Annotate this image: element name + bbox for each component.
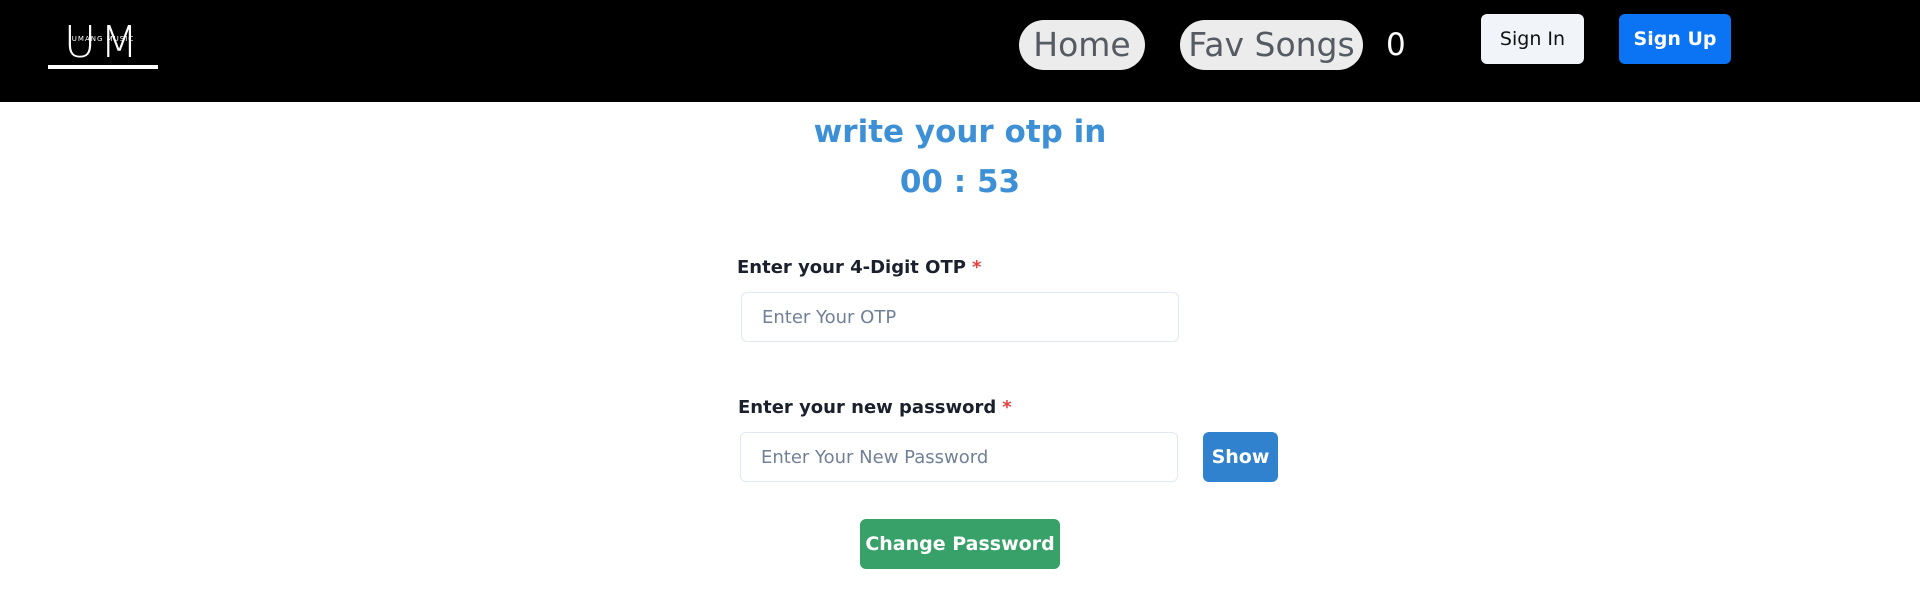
show-password-button[interactable]: Show [1203,432,1278,482]
navbar: UM UMANG MUSIC Home Fav Songs 0 Sign In … [0,0,1920,102]
fav-songs-count: 0 [1386,27,1406,63]
logo-underline [48,65,158,69]
sign-in-button[interactable]: Sign In [1481,14,1584,64]
nav-home-link[interactable]: Home [1019,20,1145,70]
logo-subtitle: UMANG MUSIC [72,35,134,43]
new-password-field-label: Enter your new password * [738,395,1012,421]
otp-field-label: Enter your 4-Digit OTP * [737,255,981,281]
otp-countdown-timer: 00 : 53 [899,164,1021,200]
new-password-input[interactable] [740,432,1178,482]
sign-up-button[interactable]: Sign Up [1619,14,1731,64]
otp-label-text: Enter your 4-Digit OTP [737,257,966,278]
otp-input[interactable] [741,292,1179,342]
required-mark: * [971,257,982,278]
nav-fav-songs-link[interactable]: Fav Songs [1180,20,1363,70]
required-mark: * [1002,397,1012,418]
new-password-label-text: Enter your new password [738,397,997,418]
change-password-button[interactable]: Change Password [860,519,1060,569]
logo[interactable]: UM UMANG MUSIC [48,14,162,72]
otp-heading: write your otp in [813,114,1107,150]
